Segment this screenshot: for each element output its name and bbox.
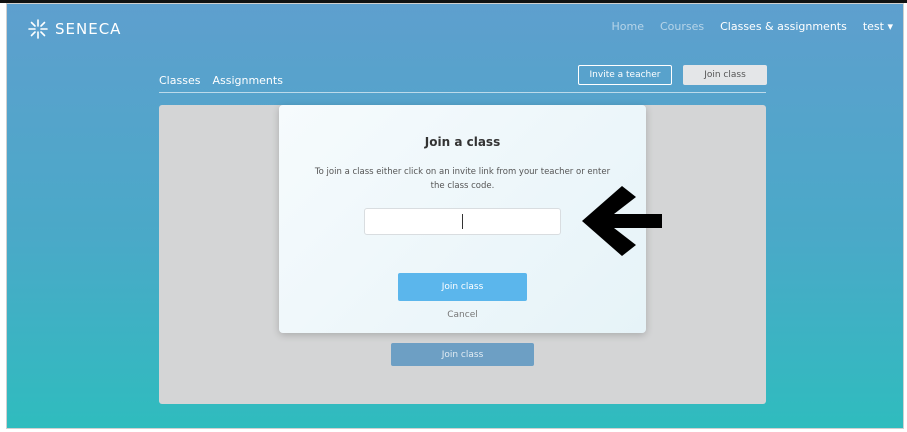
join-class-button[interactable]: Join class xyxy=(398,273,527,301)
nav-user-menu[interactable]: test ▾ xyxy=(863,20,893,33)
logo[interactable]: SENECA xyxy=(27,18,121,40)
nav-home[interactable]: Home xyxy=(611,20,643,33)
nav-classes-assignments[interactable]: Classes & assignments xyxy=(720,20,847,33)
seneca-star-icon xyxy=(28,19,48,39)
tab-divider xyxy=(159,92,766,93)
cancel-button[interactable]: Cancel xyxy=(279,310,646,320)
tab-classes[interactable]: Classes xyxy=(159,74,200,87)
join-class-header-button[interactable]: Join class xyxy=(683,65,767,85)
tab-bar: Classes Assignments xyxy=(159,74,295,87)
modal-title: Join a class xyxy=(424,135,501,149)
text-caret xyxy=(462,214,463,229)
left-arrow-icon xyxy=(582,186,662,256)
invite-teacher-button[interactable]: Invite a teacher xyxy=(578,65,672,85)
app-window: SENECA Home Courses Classes & assignment… xyxy=(6,3,904,429)
logo-text: SENECA xyxy=(55,20,122,38)
join-class-panel-button[interactable]: Join class xyxy=(391,343,534,366)
top-nav: Home Courses Classes & assignments test … xyxy=(595,20,893,33)
tab-assignments[interactable]: Assignments xyxy=(212,74,283,87)
nav-courses[interactable]: Courses xyxy=(660,20,704,33)
modal-description: To join a class either click on an invit… xyxy=(314,167,611,191)
